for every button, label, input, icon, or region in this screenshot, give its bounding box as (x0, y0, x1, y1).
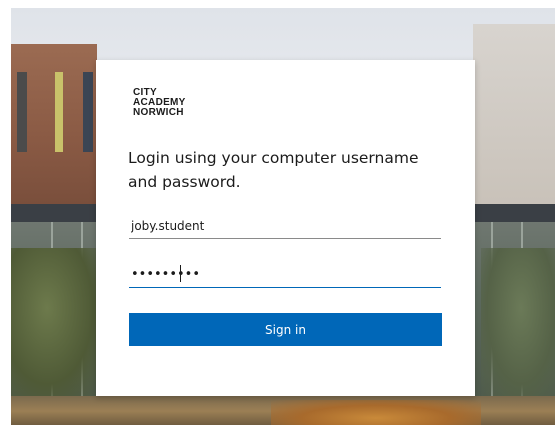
tree (481, 248, 555, 398)
login-card: CITY ACADEMY NORWICH Login using your co… (96, 60, 475, 396)
building-window (17, 72, 27, 152)
academy-logo: CITY ACADEMY NORWICH (133, 88, 186, 118)
username-input[interactable] (129, 213, 441, 239)
tree (11, 248, 101, 398)
building-right (473, 24, 555, 214)
foliage (271, 400, 481, 425)
password-input[interactable] (129, 262, 441, 288)
login-instruction: Login using your computer username and p… (128, 149, 419, 191)
login-screen: CITY ACADEMY NORWICH Login using your co… (0, 0, 555, 425)
logo-line: NORWICH (133, 107, 184, 118)
building-window (55, 72, 63, 152)
text-caret (180, 265, 181, 282)
sign-in-button[interactable]: Sign in (129, 313, 442, 346)
building-window (83, 72, 93, 152)
